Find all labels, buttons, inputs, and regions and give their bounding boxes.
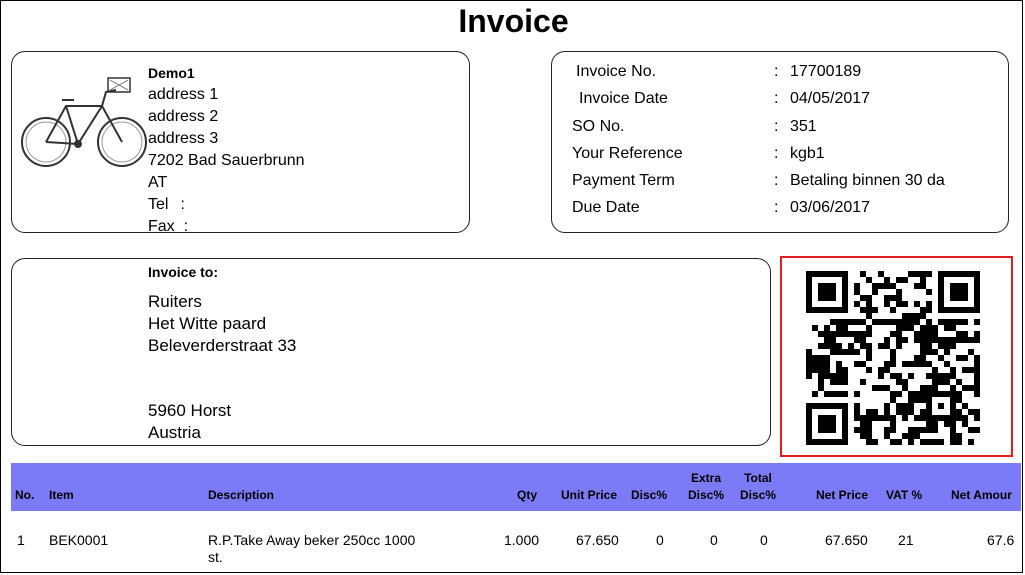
col-unit-price: Unit Price: [561, 488, 618, 502]
bill-to-line: Ruiters: [148, 292, 202, 311]
bill-to-line: Beleverderstraat 33: [148, 336, 297, 355]
meta-label: Payment Term: [572, 172, 675, 189]
row-unit-price: 67.650: [576, 532, 619, 548]
meta-label: Your Reference: [572, 145, 683, 162]
company-address-line: address 1: [148, 86, 219, 103]
row-no: 1: [17, 532, 25, 548]
row-total-disc: 0: [760, 532, 768, 548]
row-vat: 21: [898, 532, 914, 548]
company-name: Demo1: [148, 65, 195, 81]
bill-to-city-block: 5960 Horst Austria: [148, 400, 231, 444]
fax-sep: :: [183, 218, 189, 235]
row-net-price: 67.650: [825, 532, 868, 548]
meta-label: SO No.: [572, 118, 625, 135]
invoice-date: 04/05/2017: [790, 90, 871, 107]
company-address-line: address 2: [148, 108, 219, 125]
col-total-disc-line2: Disc%: [739, 488, 777, 502]
col-net-amount: Net Amour: [951, 488, 1012, 502]
bill-to-line: Het Witte paard: [148, 314, 267, 333]
tel-label: Tel: [148, 196, 169, 213]
tel-sep: :: [180, 196, 185, 213]
line-items-header: No. Item Description Qty Unit Price Disc…: [11, 463, 1021, 511]
company-box: Demo1 address 1 address 2 address 3 7202…: [11, 51, 470, 235]
bill-to-city: 5960 Horst: [148, 401, 232, 420]
col-extra-disc-line1: Extra: [690, 471, 722, 485]
company-fax: Fax:: [148, 216, 305, 238]
payment-term: Betaling binnen 30 da: [790, 172, 945, 189]
row-item: BEK0001: [49, 532, 109, 548]
col-disc: Disc%: [631, 488, 668, 502]
so-number: 351: [790, 118, 817, 135]
invoice-number: 17700189: [790, 63, 862, 80]
qr-code-frame: [780, 256, 1013, 457]
meta-sep: :: [774, 172, 779, 189]
invoice-title: Invoice: [458, 3, 569, 39]
meta-label: Invoice No.: [576, 63, 657, 80]
invoice-meta-box: Invoice No. Invoice Date SO No. Your Ref…: [551, 51, 1009, 233]
meta-label: Invoice Date: [579, 90, 668, 107]
bicycle-image: [21, 77, 147, 167]
row-extra-disc: 0: [710, 532, 718, 548]
meta-sep: :: [774, 145, 779, 162]
col-item: Item: [49, 488, 74, 502]
company-address: Demo1 address 1 address 2 address 3 7202…: [148, 62, 305, 238]
company-country: AT: [148, 174, 168, 191]
meta-sep: :: [774, 63, 779, 80]
row-description-line2: st.: [208, 549, 223, 565]
company-address-line: address 3: [148, 130, 219, 147]
col-qty: Qty: [517, 488, 538, 502]
bill-to-country: Austria: [148, 423, 201, 442]
bill-to-address: Ruiters Het Witte paard Beleverderstraat…: [148, 291, 296, 357]
invoice-page: Invoice Demo1 address 1 address 2 addres…: [0, 0, 1023, 573]
company-tel: Tel:: [148, 194, 305, 216]
row-qty: 1.000: [504, 532, 540, 548]
meta-sep: :: [774, 118, 779, 135]
col-extra-disc-line2: Disc%: [687, 488, 725, 502]
meta-sep: :: [774, 199, 779, 216]
row-disc: 0: [656, 532, 664, 548]
fax-label: Fax: [148, 218, 175, 235]
col-total-disc-line1: Total: [744, 471, 772, 485]
col-description: Description: [208, 488, 275, 502]
col-vat: VAT %: [886, 488, 923, 502]
row-description: R.P.Take Away beker 250cc 1000 st.: [208, 532, 415, 566]
due-date: 03/06/2017: [790, 199, 871, 216]
col-total-disc: Total Disc%: [737, 471, 779, 502]
invoice-to-box: Invoice to: Ruiters Het Witte paard Bele…: [11, 258, 771, 446]
row-net-amount: 67.6: [987, 532, 1015, 548]
meta-label: Due Date: [572, 199, 640, 216]
your-reference: kgb1: [790, 145, 825, 162]
col-net-price: Net Price: [816, 488, 869, 502]
col-no: No.: [15, 488, 35, 502]
col-extra-disc: Extra Disc%: [685, 471, 727, 502]
invoice-to-heading: Invoice to:: [148, 264, 219, 280]
qr-code-icon: [806, 271, 980, 445]
row-description-line1: R.P.Take Away beker 250cc 1000: [208, 532, 416, 548]
meta-sep: :: [774, 90, 779, 107]
company-city: 7202 Bad Sauerbrunn: [148, 152, 305, 169]
